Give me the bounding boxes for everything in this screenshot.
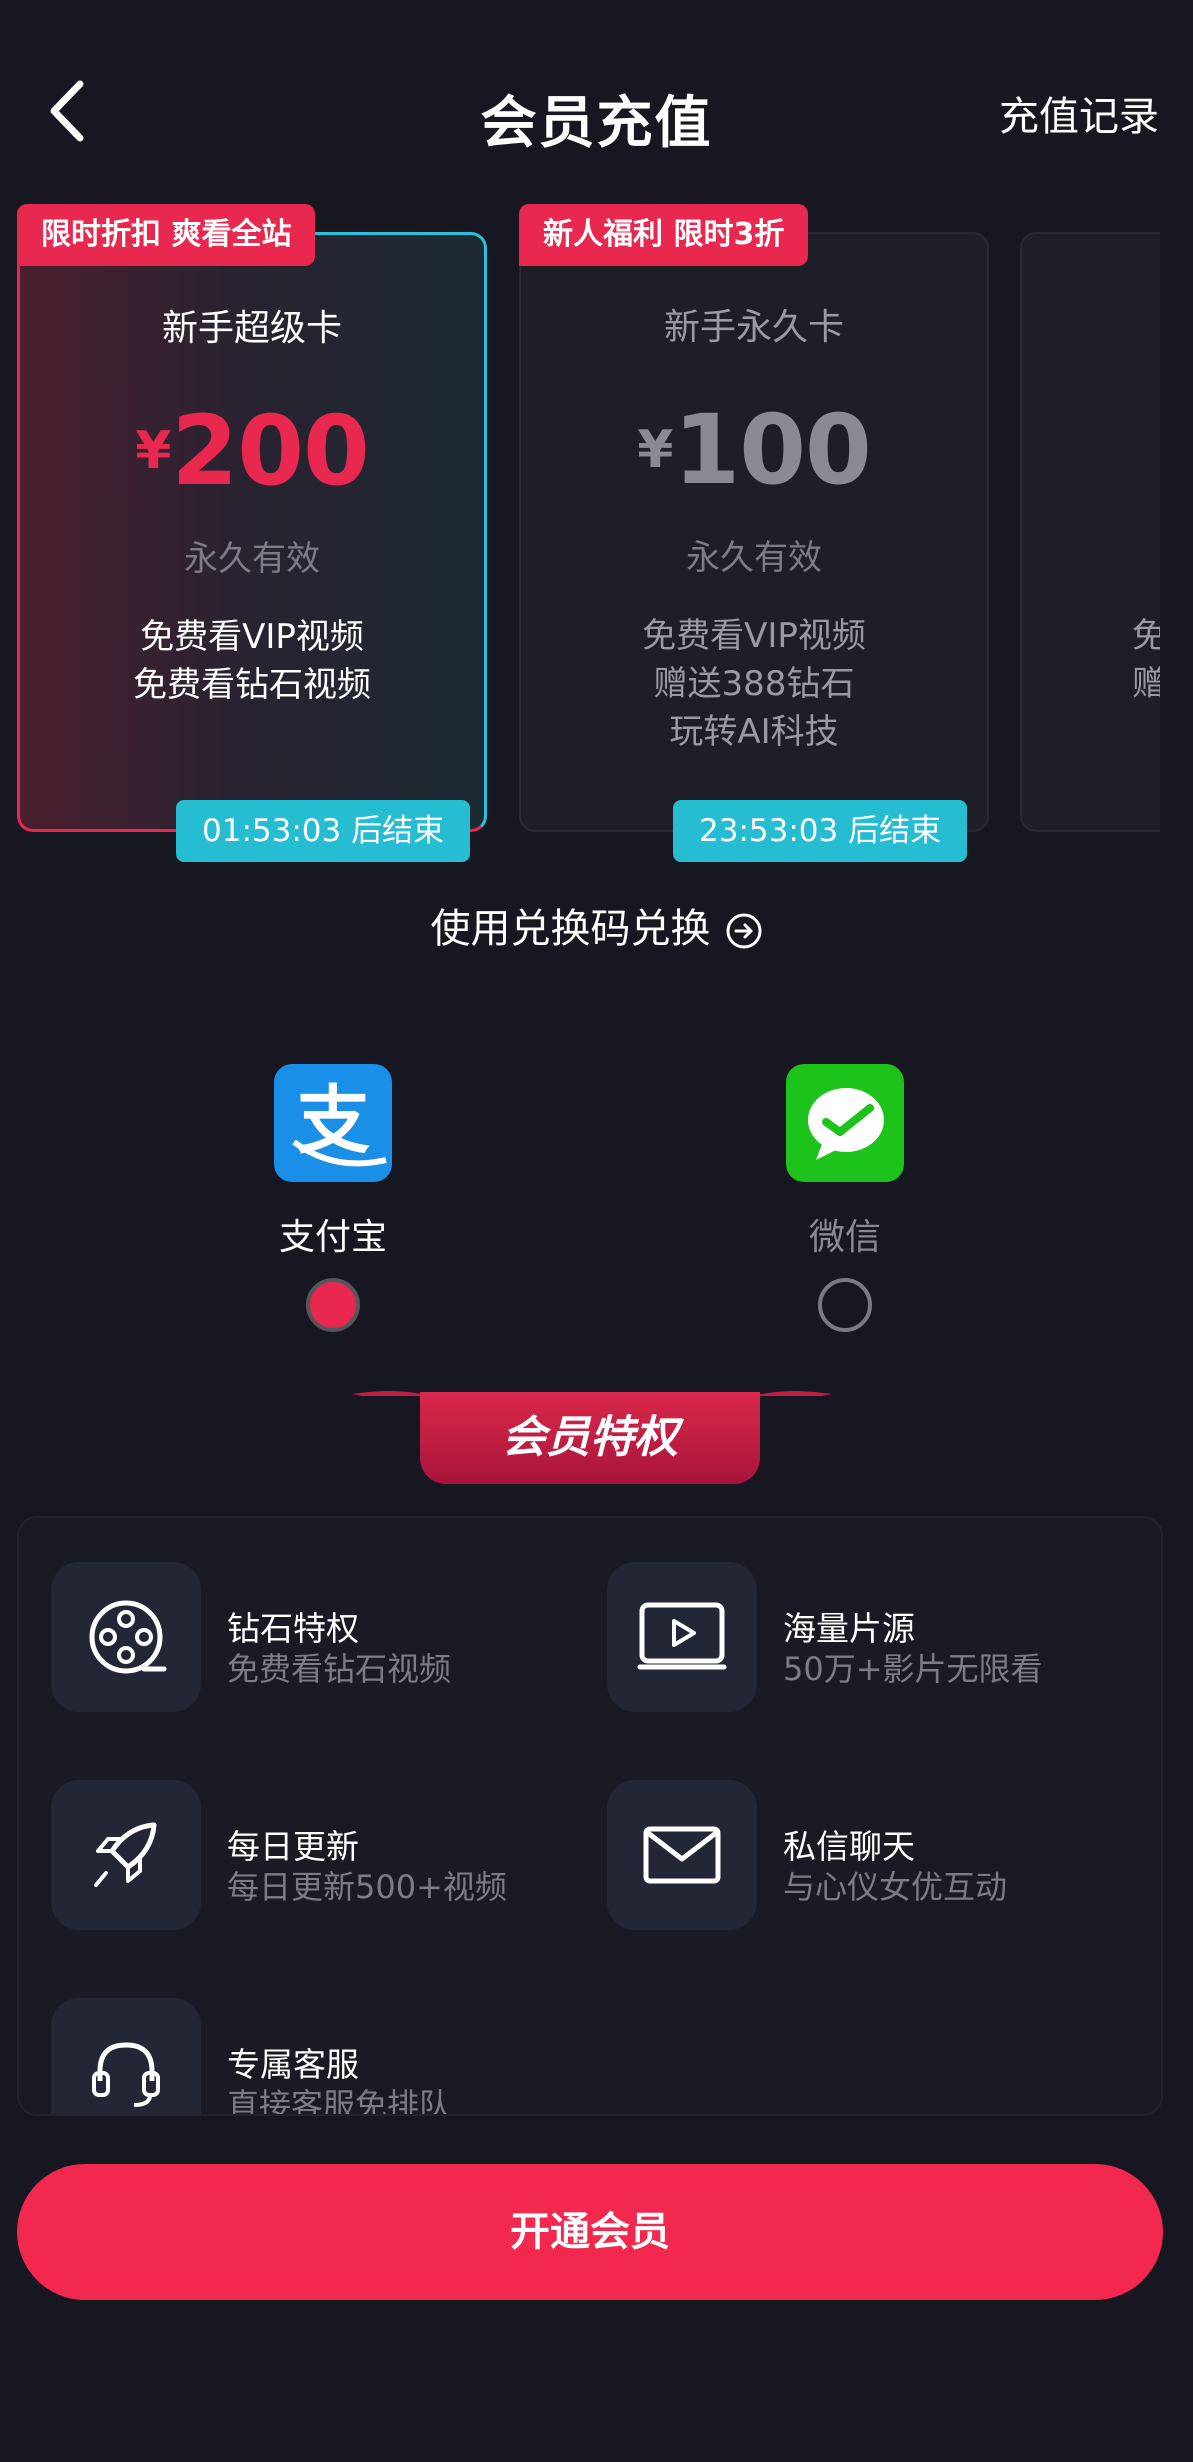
- wechat-radio[interactable]: [818, 1278, 872, 1332]
- plan-name: 新手永久卡: [663, 307, 844, 348]
- plan-price: ¥200: [135, 395, 370, 507]
- plan-badge: 限时折扣 爽看全站: [17, 204, 316, 266]
- open-membership-button[interactable]: 开通会员: [17, 2164, 1163, 2300]
- redeem-label: 使用兑换码兑换: [430, 906, 711, 952]
- plan-feature: 免费看VIP视频: [642, 616, 866, 656]
- perk-title: 私信聊天: [783, 1827, 915, 1866]
- plan-feature: 免费看VIP视频: [140, 617, 364, 657]
- countdown-timer: 23:53:03 后结束: [673, 800, 968, 862]
- perk-title: 专属客服: [227, 2045, 359, 2084]
- rocket-icon: [51, 1780, 201, 1930]
- recharge-records-link[interactable]: 充值记录: [999, 84, 1159, 142]
- plan-features: 免费看VIP视频 免费看钻石视频: [20, 613, 484, 709]
- plan-feature: 免: [1132, 612, 1160, 660]
- alipay-radio[interactable]: [306, 1278, 360, 1332]
- plan-feature: 赠送388钻石: [653, 664, 855, 704]
- plan-features: 免 赠: [1132, 612, 1160, 708]
- wechat-label[interactable]: 微信: [745, 1208, 945, 1260]
- countdown-timer: 01:53:03 后结束: [176, 800, 471, 862]
- headset-icon: [51, 1998, 201, 2114]
- film-reel-icon: [51, 1562, 201, 1712]
- plan-card-permanent[interactable]: 新手永久卡 ¥100 永久有效 免费看VIP视频 赠送388钻石 玩转AI科技: [519, 232, 989, 832]
- perk-subtitle: 与心仪女优互动: [783, 1868, 1008, 1906]
- redeem-code-link[interactable]: 使用兑换码兑换: [0, 896, 1193, 954]
- alipay-icon[interactable]: 支: [274, 1064, 392, 1182]
- plan-card-partial[interactable]: 免 赠: [1020, 232, 1160, 832]
- plan-feature: 玩转AI科技: [669, 712, 839, 752]
- plan-card-super[interactable]: 新手超级卡 ¥200 永久有效 免费看VIP视频 免费看钻石视频: [17, 232, 487, 832]
- perk-subtitle: 直接客服免排队: [227, 2086, 452, 2116]
- plan-name: 新手超级卡: [161, 308, 342, 349]
- section-title: 会员特权: [420, 1392, 760, 1484]
- plan-feature: 赠: [1132, 660, 1160, 708]
- perk-title: 钻石特权: [227, 1609, 359, 1648]
- arrow-right-circle-icon: [726, 913, 761, 949]
- plan-feature: 免费看钻石视频: [133, 665, 371, 705]
- alipay-label[interactable]: 支付宝: [233, 1208, 433, 1260]
- perk-title: 每日更新: [227, 1827, 359, 1866]
- plan-price: ¥100: [637, 394, 872, 506]
- perk-subtitle: 免费看钻石视频: [227, 1650, 452, 1688]
- plan-validity: 永久有效: [184, 539, 320, 579]
- plan-features: 免费看VIP视频 赠送388钻石 玩转AI科技: [521, 612, 987, 756]
- video-play-icon: [607, 1562, 757, 1712]
- perk-subtitle: 50万+影片无限看: [783, 1650, 1043, 1688]
- plan-validity: 永久有效: [686, 538, 822, 578]
- perk-title: 海量片源: [783, 1609, 915, 1648]
- mail-icon: [607, 1780, 757, 1930]
- perks-panel: 钻石特权 免费看钻石视频 海量片源 50万+影片无限看 每日更新 每日更新500…: [17, 1516, 1163, 2116]
- perk-subtitle: 每日更新500+视频: [227, 1868, 507, 1906]
- wechat-icon[interactable]: [786, 1064, 904, 1182]
- plan-badge: 新人福利 限时3折: [519, 204, 809, 266]
